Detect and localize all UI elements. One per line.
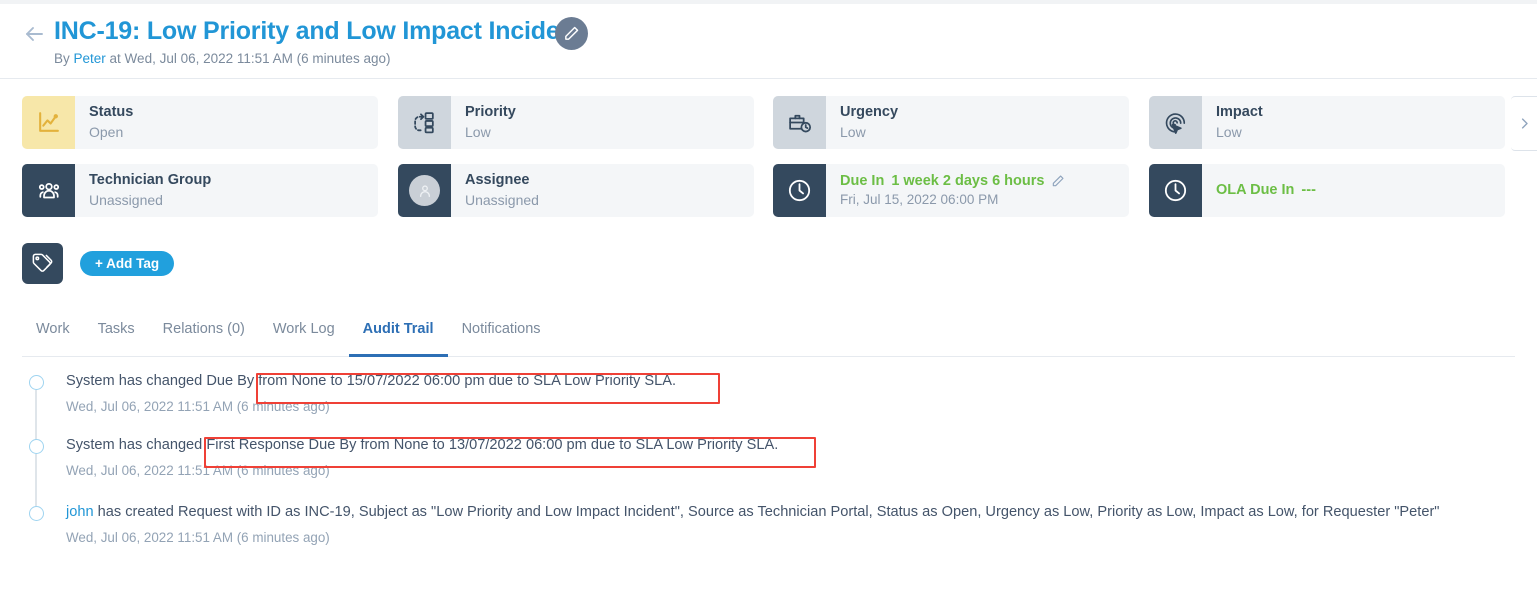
audit-entry-text: john has created Request with ID as INC-… (66, 503, 1537, 522)
card-status[interactable]: Status Open (22, 96, 378, 149)
page-title: INC-19: Low Priority and Low Impact Inci… (54, 17, 583, 45)
audit-entry: System has changed Due By from None to 1… (22, 372, 1537, 446)
card-urgency[interactable]: Urgency Low (773, 96, 1129, 149)
byline-prefix: By (54, 51, 74, 66)
due-in-value: 1 week 2 days 6 hours (891, 172, 1045, 189)
audit-entry-time: Wed, Jul 06, 2022 11:51 AM (6 minutes ag… (66, 399, 330, 414)
tab-notifications[interactable]: Notifications (448, 316, 555, 354)
audit-entry-text: System has changed Due By from None to 1… (66, 373, 677, 389)
edit-due-in-icon[interactable] (1051, 174, 1065, 188)
card-assignee[interactable]: Assignee Unassigned (398, 164, 754, 217)
card-value: Open (89, 123, 124, 140)
tab-bar: Work Tasks Relations (0) Work Log Audit … (22, 316, 1515, 357)
due-in-date: Fri, Jul 15, 2022 06:00 PM (840, 192, 999, 208)
card-value: Unassigned (89, 191, 163, 208)
tab-relations[interactable]: Relations (0) (149, 316, 259, 354)
clock-icon (1149, 164, 1202, 217)
card-label: Priority (465, 104, 516, 121)
ola-due-in-label-row: OLA Due In --- (1216, 180, 1316, 200)
priority-flow-icon (398, 96, 451, 149)
audit-entry: john has created Request with ID as INC-… (22, 503, 1537, 547)
tab-work[interactable]: Work (22, 316, 84, 354)
card-value: Low (840, 123, 866, 140)
audit-entry-text: System has changed First Response Due By… (66, 437, 779, 453)
card-value: Unassigned (465, 191, 539, 208)
byline-suffix: at Wed, Jul 06, 2022 11:51 AM (6 minutes… (105, 51, 391, 66)
byline-author-link[interactable]: Peter (74, 51, 106, 66)
ola-due-in-label: OLA Due In (1216, 182, 1295, 199)
card-ola-due-in[interactable]: OLA Due In --- (1149, 164, 1505, 217)
card-label: Urgency (840, 104, 899, 121)
card-label: Status (89, 104, 134, 121)
edit-title-button[interactable] (555, 17, 588, 50)
chevron-right-icon[interactable] (1511, 96, 1537, 151)
audit-entry-time: Wed, Jul 06, 2022 11:51 AM (6 minutes ag… (66, 530, 330, 545)
timeline-bullet-icon (29, 375, 44, 390)
card-value: Low (1216, 123, 1242, 140)
avatar (409, 175, 440, 206)
page-header: INC-19: Low Priority and Low Impact Inci… (0, 4, 1537, 79)
card-label: Technician Group (89, 172, 212, 189)
ola-due-in-value: --- (1301, 182, 1316, 199)
card-label: Impact (1216, 104, 1263, 121)
timeline-connector (35, 454, 37, 510)
add-tag-button[interactable]: + Add Tag (80, 251, 175, 276)
card-impact[interactable]: Impact Low (1149, 96, 1505, 149)
tab-audit-trail[interactable]: Audit Trail (348, 316, 448, 357)
chart-line-icon (22, 96, 75, 149)
tags-icon (22, 243, 63, 284)
tab-tasks[interactable]: Tasks (84, 316, 149, 354)
tag-row: + Add Tag (22, 243, 175, 284)
byline: By Peter at Wed, Jul 06, 2022 11:51 AM (… (54, 51, 390, 66)
arrow-left-icon[interactable] (22, 22, 46, 46)
briefcase-clock-icon (773, 96, 826, 149)
fingerprint-cursor-icon (1149, 96, 1202, 149)
audit-entry-time: Wed, Jul 06, 2022 11:51 AM (6 minutes ag… (66, 463, 330, 478)
due-in-label: Due In (840, 172, 885, 189)
users-group-icon (22, 164, 75, 217)
timeline-bullet-icon (29, 506, 44, 521)
user-avatar-icon (398, 164, 451, 217)
card-label: Assignee (465, 172, 530, 189)
due-in-label-row: Due In 1 week 2 days 6 hours (840, 171, 1065, 191)
card-value: Low (465, 123, 491, 140)
tab-work-log[interactable]: Work Log (259, 316, 349, 354)
card-due-in[interactable]: Due In 1 week 2 days 6 hours Fri, Jul 15… (773, 164, 1129, 217)
audit-entry-body: has created Request with ID as INC-19, S… (93, 504, 1440, 520)
card-priority[interactable]: Priority Low (398, 96, 754, 149)
clock-icon (773, 164, 826, 217)
audit-entry: System has changed First Response Due By… (22, 436, 1537, 510)
timeline-bullet-icon (29, 439, 44, 454)
card-technician-group[interactable]: Technician Group Unassigned (22, 164, 378, 217)
audit-entry-actor-link[interactable]: john (66, 504, 94, 520)
